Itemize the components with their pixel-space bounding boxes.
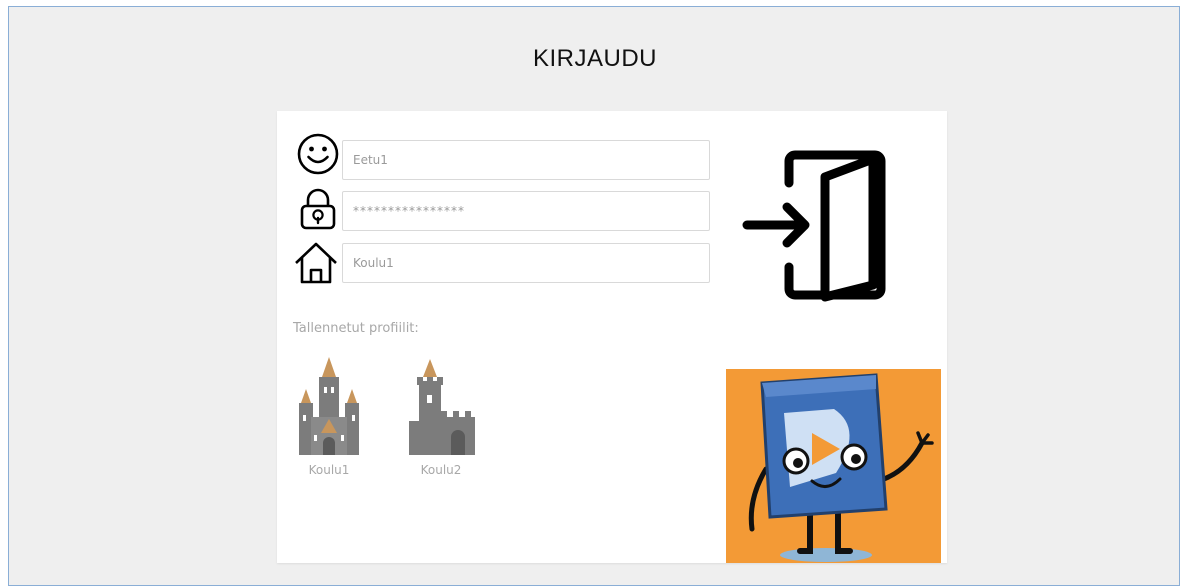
saved-profile-koulu1[interactable]: Koulu1 — [289, 355, 369, 477]
password-field[interactable] — [342, 191, 710, 231]
door-enter-icon[interactable] — [733, 145, 893, 305]
saved-profile-name: Koulu1 — [308, 463, 350, 477]
smiley-face-icon — [297, 133, 339, 175]
saved-profile-koulu2[interactable]: Koulu2 — [401, 355, 481, 477]
padlock-icon — [300, 188, 336, 230]
tower-icon — [409, 359, 475, 455]
castle-icon — [299, 357, 359, 455]
school-field[interactable] — [342, 243, 710, 283]
saved-profile-name: Koulu2 — [420, 463, 462, 477]
page-title: KIRJAUDU — [532, 45, 657, 72]
video-mascot-image — [726, 369, 941, 563]
saved-profiles-label: Tallennetut profiilit: — [293, 321, 419, 336]
house-icon — [295, 242, 337, 284]
login-panel: Tallennetut profiilit: — [277, 111, 947, 563]
app-frame: KIRJAUDU Eetu1 **************** Koulu1 T… — [8, 6, 1180, 586]
username-field[interactable] — [342, 140, 710, 180]
mascot-illustration — [726, 369, 941, 563]
